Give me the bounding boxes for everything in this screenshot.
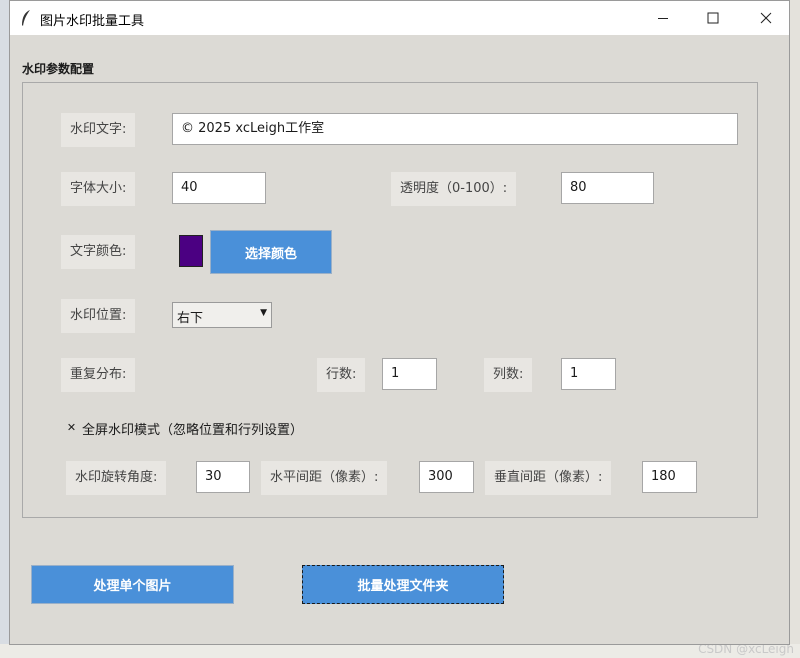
horizontal-spacing-label: 水平间距（像素）: xyxy=(261,461,388,495)
watermark-text-input[interactable]: © 2025 xcLeigh工作室 xyxy=(172,113,738,145)
background-app-right xyxy=(790,0,800,658)
minimize-icon xyxy=(658,18,668,19)
window-title: 图片水印批量工具 xyxy=(40,14,145,29)
watermark-text-label: 水印文字: xyxy=(61,113,136,147)
process-single-image-button[interactable]: 处理单个图片 xyxy=(31,565,234,604)
columns-input[interactable]: 1 xyxy=(561,358,616,390)
opacity-input[interactable]: 80 xyxy=(561,172,654,204)
position-select[interactable]: 右下 ▼ xyxy=(172,302,272,328)
vertical-spacing-input[interactable]: 180 xyxy=(642,461,697,493)
text-color-label: 文字颜色: xyxy=(61,235,136,269)
rotation-input[interactable]: 30 xyxy=(196,461,250,493)
feather-icon xyxy=(22,10,30,26)
columns-label: 列数: xyxy=(484,358,533,392)
fullscreen-mode-label: 全屏水印模式（忽略位置和行列设置） xyxy=(82,423,304,438)
color-swatch xyxy=(179,235,203,267)
horizontal-spacing-input[interactable]: 300 xyxy=(419,461,474,493)
position-label: 水印位置: xyxy=(61,299,136,333)
repeat-label: 重复分布: xyxy=(61,358,136,392)
vertical-spacing-label: 垂直间距（像素）: xyxy=(485,461,612,495)
rows-input[interactable]: 1 xyxy=(382,358,437,390)
rotation-label: 水印旋转角度: xyxy=(66,461,167,495)
settings-group-title: 水印参数配置 xyxy=(22,62,95,76)
close-button[interactable] xyxy=(743,1,789,35)
close-icon xyxy=(760,12,772,24)
choose-color-button[interactable]: 选择颜色 xyxy=(210,230,332,274)
position-select-value: 右下 xyxy=(177,311,204,326)
opacity-label: 透明度（0-100）: xyxy=(391,172,517,206)
batch-process-folder-button[interactable]: 批量处理文件夹 xyxy=(302,565,504,604)
dropdown-arrow-icon: ▼ xyxy=(260,308,267,318)
maximize-button[interactable] xyxy=(690,1,736,35)
fullscreen-checkbox[interactable]: ✕ xyxy=(66,422,77,433)
minimize-button[interactable] xyxy=(640,1,686,35)
font-size-input[interactable]: 40 xyxy=(172,172,266,204)
title-bar: 图片水印批量工具 xyxy=(10,1,789,35)
maximize-icon xyxy=(707,12,719,24)
font-size-label: 字体大小: xyxy=(61,172,136,206)
rows-label: 行数: xyxy=(317,358,366,392)
background-app-bottom xyxy=(0,644,800,658)
